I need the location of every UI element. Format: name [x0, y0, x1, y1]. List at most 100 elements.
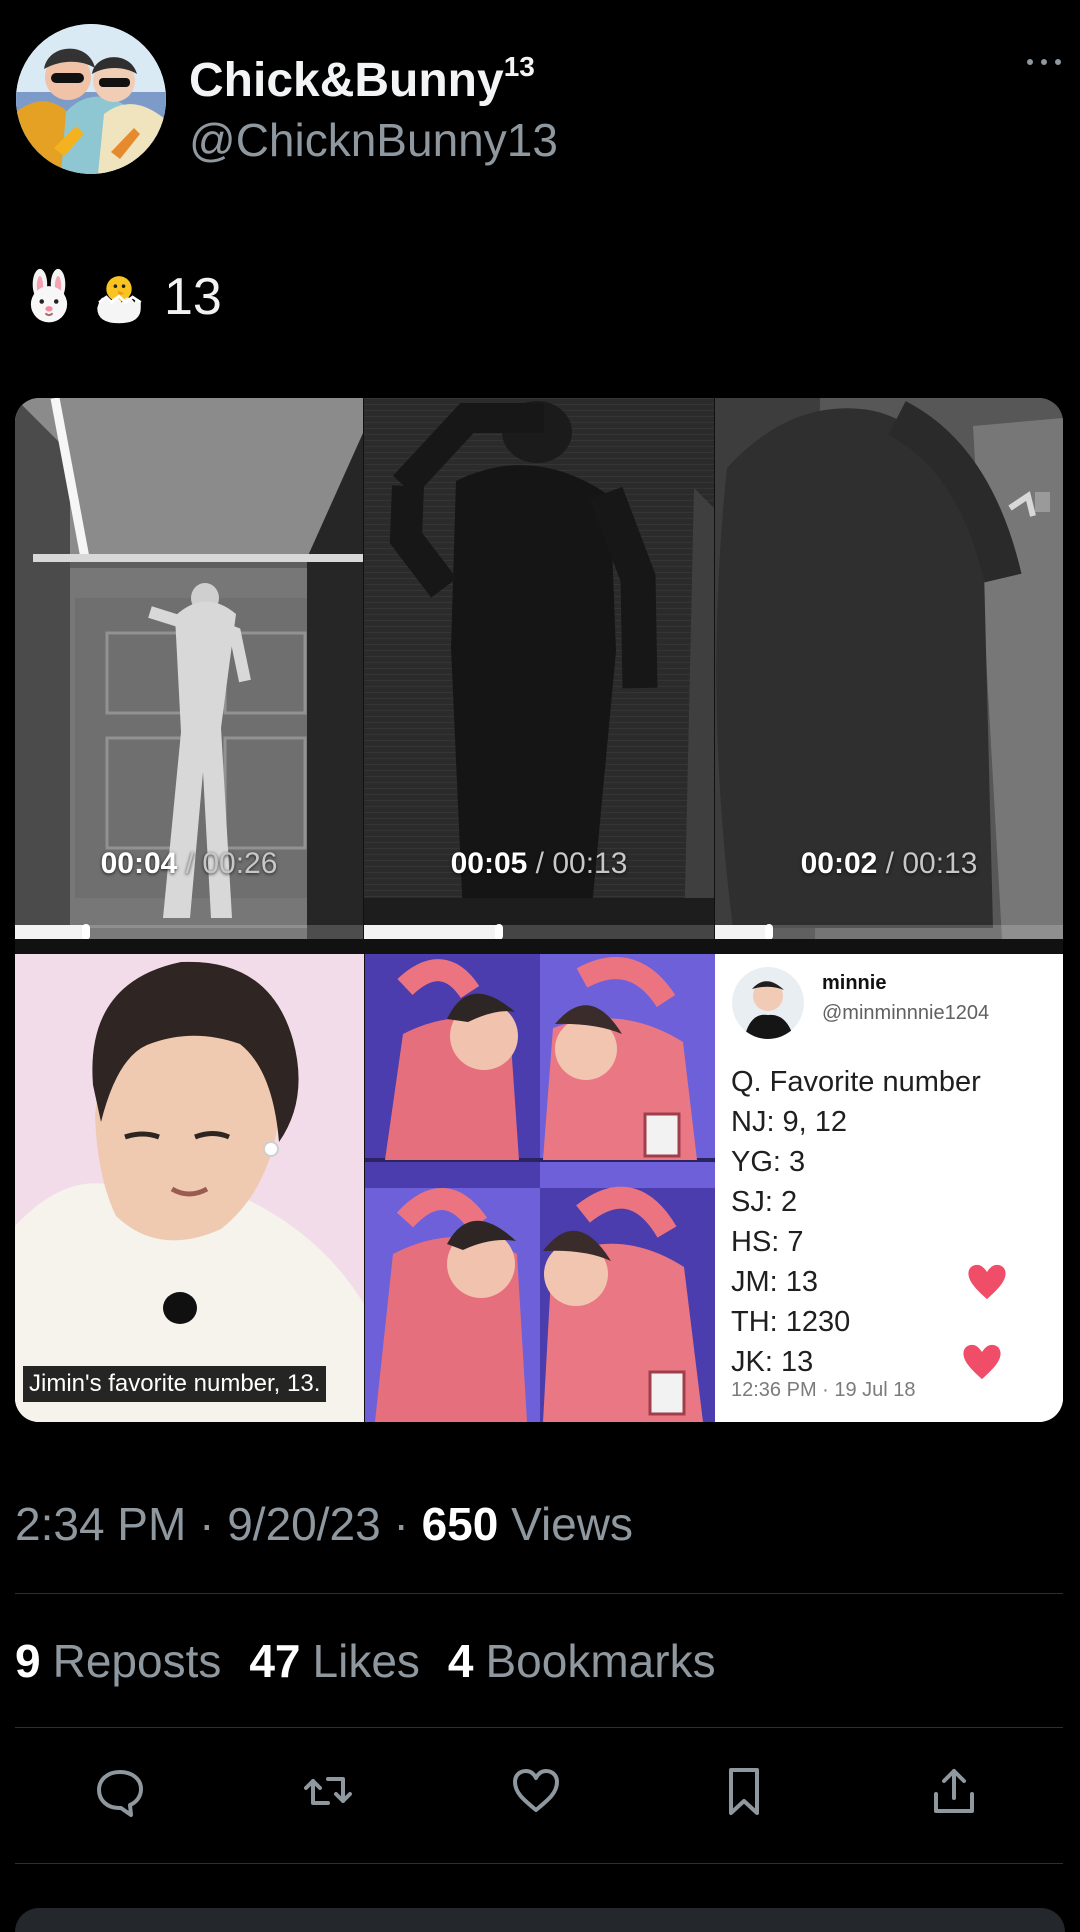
- reply-input-box[interactable]: [15, 1908, 1065, 1932]
- video-thumbnail-2[interactable]: 00:05 / 00:13: [364, 398, 714, 939]
- reposts-label[interactable]: Reposts: [53, 1635, 222, 1687]
- reply-button[interactable]: [92, 1763, 148, 1819]
- share-icon[interactable]: [926, 1763, 982, 1819]
- tweet-header: Chick&Bunny13 @ChicknBunny13: [16, 24, 1064, 176]
- profile-avatar-image: [16, 24, 166, 174]
- repost-button[interactable]: [300, 1763, 356, 1819]
- embedded-post-line-text: JK: 13: [731, 1345, 814, 1378]
- tweet-number: 13: [164, 268, 222, 326]
- bookmarks-stat[interactable]: 4 Bookmarks: [448, 1634, 716, 1688]
- views-count: 650: [421, 1498, 499, 1550]
- video-thumbnail-3[interactable]: 00:02 / 00:13: [715, 398, 1063, 939]
- video-current-time-3: 00:02: [800, 847, 878, 880]
- video-time-2: 00:05 / 00:13: [364, 846, 714, 882]
- repost-icon[interactable]: [300, 1763, 356, 1819]
- embedded-post-line: JK: 13: [731, 1342, 1053, 1382]
- video-progress-fill-2: [364, 925, 499, 939]
- embedded-post-line: TH: 1230: [731, 1302, 1053, 1342]
- like-button[interactable]: [508, 1763, 564, 1819]
- video-total-time-2: 00:13: [552, 847, 628, 880]
- meta-separator-1: ·: [199, 1498, 215, 1550]
- photo-jungkook[interactable]: Jimin's favorite number, 13.: [15, 954, 364, 1422]
- video-time-3: 00:02 / 00:13: [715, 846, 1063, 882]
- embedded-post-line-text: JM: 13: [731, 1265, 819, 1298]
- tweet-meta: 2:34 PM · 9/20/23 · 650 Views: [15, 1496, 633, 1552]
- likes-count[interactable]: 47: [249, 1635, 300, 1687]
- tweet-text: 13: [20, 262, 222, 332]
- video-current-time-2: 00:05: [450, 847, 528, 880]
- video-time-separator-1: /: [185, 847, 194, 880]
- video-current-time-1: 00:04: [100, 847, 178, 880]
- ellipsis-icon[interactable]: [1024, 50, 1064, 74]
- embedded-post-line: NJ: 9, 12: [731, 1102, 1053, 1142]
- heart-icon: [968, 1264, 1006, 1300]
- embedded-post-line-text: Q. Favorite number: [731, 1065, 981, 1098]
- video-time-separator-3: /: [885, 847, 894, 880]
- embedded-post-text: Q. Favorite number NJ: 9, 12 YG: 3 SJ: 2…: [731, 1062, 1053, 1382]
- embedded-post-line: Q. Favorite number: [731, 1062, 1053, 1102]
- heart-icon[interactable]: [508, 1763, 564, 1819]
- display-name-text[interactable]: Chick&Bunny: [189, 54, 504, 107]
- embedded-post-line-text: YG: 3: [731, 1145, 806, 1178]
- embedded-post-line: YG: 3: [731, 1142, 1053, 1182]
- embedded-post-timestamp: 12:36 PM · 19 Jul 18: [731, 1379, 916, 1401]
- video-thumbnail-1[interactable]: 00:04 / 00:26: [15, 398, 363, 939]
- profile-avatar[interactable]: [16, 24, 166, 174]
- video-time-separator-2: /: [535, 847, 544, 880]
- rabbit-face-emoji: [30, 268, 68, 323]
- media-grid: 00:04 / 00:26 00:05 / 00:13 00:02 / 00:1…: [15, 398, 1063, 1422]
- video-progress-2[interactable]: [364, 924, 714, 939]
- reposts-count[interactable]: 9: [15, 1635, 41, 1687]
- video-progress-thumb-1[interactable]: [82, 924, 91, 939]
- bookmark-button[interactable]: [716, 1763, 772, 1819]
- views-label: Views: [511, 1498, 633, 1550]
- hatching-chick-emoji: [97, 276, 142, 324]
- screenshot-post[interactable]: minnie @minminnnie1204 Q. Favorite numbe…: [715, 954, 1063, 1422]
- video-progress-fill-3: [715, 925, 769, 939]
- display-name[interactable]: Chick&Bunny13: [189, 38, 969, 110]
- video-total-time-1: 00:26: [202, 847, 278, 880]
- likes-label[interactable]: Likes: [313, 1635, 420, 1687]
- bookmarks-label[interactable]: Bookmarks: [486, 1635, 716, 1687]
- embedded-post-card: minnie @minminnnie1204 Q. Favorite numbe…: [715, 954, 1063, 1422]
- video-progress-fill-1: [15, 925, 87, 939]
- actions-divider: [15, 1863, 1063, 1864]
- video-progress-3[interactable]: [715, 924, 1063, 939]
- reposts-stat[interactable]: 9 Reposts: [15, 1634, 221, 1688]
- video-progress-thumb-2[interactable]: [494, 924, 503, 939]
- likes-stat[interactable]: 47 Likes: [249, 1634, 420, 1688]
- tweet-actions: [92, 1763, 982, 1819]
- video-progress-thumb-3[interactable]: [764, 924, 773, 939]
- embedded-post-line: SJ: 2: [731, 1182, 1053, 1222]
- photo-jungkook-image: [15, 954, 364, 1422]
- reply-icon[interactable]: [92, 1763, 148, 1819]
- video-subtitle-caption: Jimin's favorite number, 13.: [23, 1366, 327, 1402]
- display-name-superscript: 13: [503, 51, 535, 82]
- tweet-time: 2:34 PM: [15, 1498, 187, 1550]
- meta-divider: [15, 1593, 1063, 1594]
- embedded-post-line-text: NJ: 9, 12: [731, 1105, 848, 1138]
- stats-divider: [15, 1727, 1063, 1728]
- embedded-post-line: JM: 13: [731, 1262, 1053, 1302]
- video-total-time-3: 00:13: [902, 847, 978, 880]
- heart-icon: [963, 1344, 1001, 1380]
- bookmark-icon[interactable]: [716, 1763, 772, 1819]
- meta-separator-2: ·: [393, 1498, 409, 1550]
- video-progress-1[interactable]: [15, 924, 363, 939]
- embedded-post-line-text: SJ: 2: [731, 1185, 798, 1218]
- video-time-1: 00:04 / 00:26: [15, 846, 363, 882]
- embedded-post-line-text: HS: 7: [731, 1225, 804, 1258]
- share-button[interactable]: [926, 1763, 982, 1819]
- photo-heart-pose[interactable]: [365, 954, 715, 1422]
- embedded-post-avatar: [732, 967, 804, 1039]
- photo-heart-pose-image: [365, 954, 715, 1422]
- tweet-date: 9/20/23: [227, 1498, 381, 1550]
- engagement-stats: 9 Reposts 47 Likes 4 Bookmarks: [15, 1631, 716, 1691]
- profile-handle[interactable]: @ChicknBunny13: [189, 110, 969, 170]
- embedded-post-name: minnie: [822, 972, 887, 994]
- embedded-post-line-text: TH: 1230: [731, 1305, 851, 1338]
- embedded-post-line: HS: 7: [731, 1222, 1053, 1262]
- bookmarks-count[interactable]: 4: [448, 1635, 474, 1687]
- profile-name-block: Chick&Bunny13 @ChicknBunny13: [189, 38, 969, 170]
- embedded-post-handle: @minminnnie1204: [822, 1002, 990, 1024]
